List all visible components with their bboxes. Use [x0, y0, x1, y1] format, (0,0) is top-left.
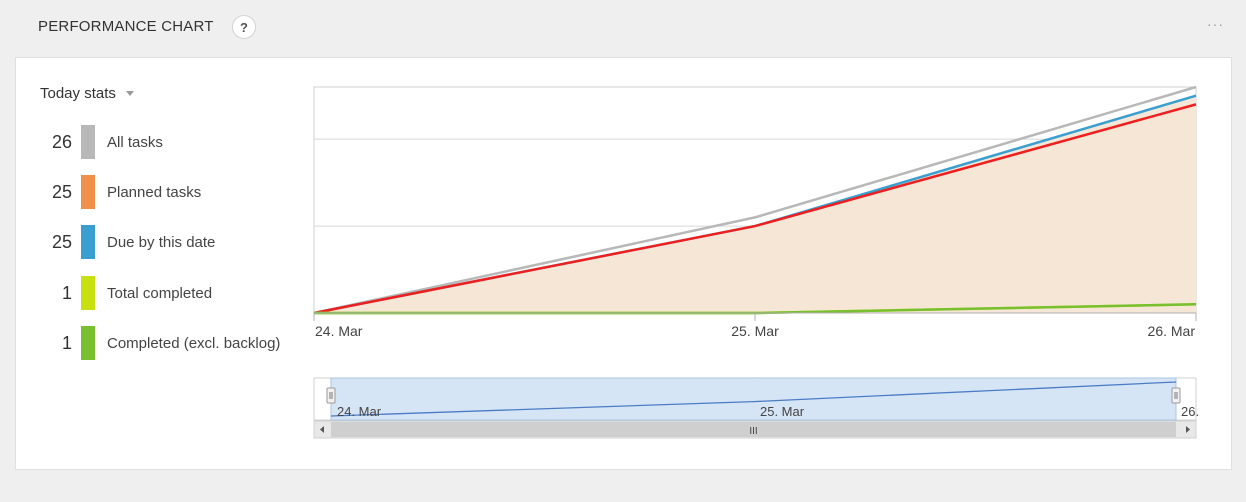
help-button[interactable]: ?	[232, 15, 256, 39]
x-tick-label: 25. Mar	[731, 323, 779, 339]
more-options-button[interactable]: ···	[1207, 16, 1224, 32]
x-tick-label: 26. Mar	[1148, 323, 1196, 339]
panel-header: PERFORMANCE CHART ? ···	[0, 0, 1246, 50]
navigator-handle-left[interactable]	[326, 387, 336, 404]
page-title: PERFORMANCE CHART	[38, 18, 214, 35]
scrollbar-grip: III	[749, 426, 757, 437]
navigator-label: 24. Mar	[337, 404, 382, 419]
navigator-label: 26.	[1181, 404, 1199, 419]
performance-chart: 0102024. Mar25. Mar26. Mar24. Mar25. Mar…	[313, 85, 1199, 439]
navigator-selection	[330, 377, 1177, 421]
navigator-label: 25. Mar	[760, 404, 805, 419]
chart-card: Today stats 26 All tasks 25 Planned tasks 25…	[15, 57, 1232, 470]
navigator-handle-right[interactable]	[1171, 387, 1181, 404]
x-tick-label: 24. Mar	[315, 323, 363, 339]
